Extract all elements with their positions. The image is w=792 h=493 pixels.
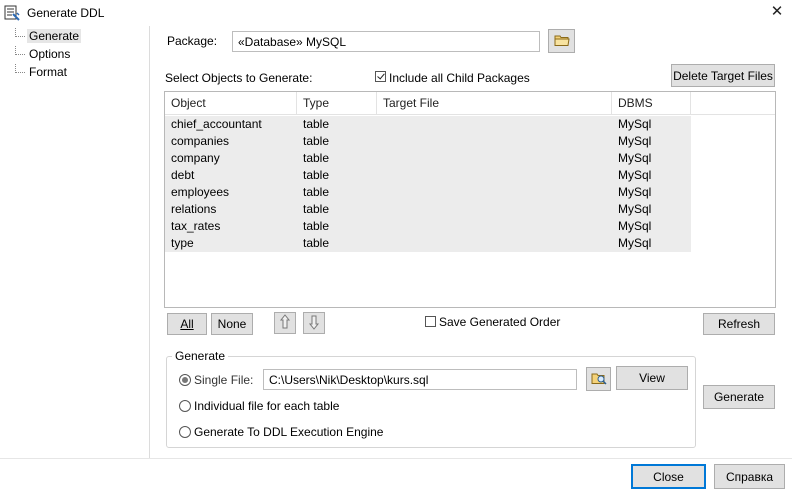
move-up-button[interactable] bbox=[274, 312, 296, 334]
move-down-button[interactable] bbox=[303, 312, 325, 334]
cell-target bbox=[377, 218, 612, 235]
ddl-execution-engine-label: Generate To DDL Execution Engine bbox=[194, 425, 384, 439]
cell-object: tax_rates bbox=[171, 219, 221, 233]
save-generated-order-checkbox[interactable] bbox=[425, 316, 436, 327]
cell-type: table bbox=[303, 134, 330, 148]
cell-type: table bbox=[303, 202, 330, 216]
cell-type: table bbox=[303, 185, 330, 199]
cell-dbms: MySql bbox=[618, 219, 652, 233]
cell-dbms: MySql bbox=[618, 117, 652, 131]
cell-dbms: MySql bbox=[618, 134, 652, 148]
cell-object: debt bbox=[171, 168, 195, 182]
cell-type: table bbox=[303, 117, 330, 131]
folder-icon bbox=[554, 33, 570, 50]
table-row[interactable]: type table MySql bbox=[165, 235, 691, 252]
window-title: Generate DDL bbox=[27, 6, 105, 20]
select-objects-label: Select Objects to Generate: bbox=[165, 71, 313, 85]
browse-folder-icon bbox=[591, 371, 607, 388]
move-up-icon bbox=[279, 313, 291, 333]
select-all-button[interactable]: All bbox=[167, 313, 207, 335]
generate-button[interactable]: Generate bbox=[703, 385, 775, 409]
options-tree: Generate Options Format bbox=[0, 26, 150, 458]
column-header-object[interactable]: Object bbox=[165, 92, 297, 114]
ddl-execution-engine-radio[interactable] bbox=[179, 426, 191, 438]
ddl-app-icon bbox=[4, 5, 20, 21]
table-row[interactable]: tax_rates table MySql bbox=[165, 218, 691, 235]
column-header-target-file[interactable]: Target File bbox=[377, 92, 612, 114]
package-field[interactable]: «Database» MySQL bbox=[232, 31, 540, 52]
table-row[interactable]: employees table MySql bbox=[165, 184, 691, 201]
tree-item-format[interactable]: Format bbox=[15, 63, 69, 80]
generate-label: Generate bbox=[713, 390, 765, 404]
tree-item-label: Options bbox=[29, 47, 71, 61]
view-button[interactable]: View bbox=[616, 366, 688, 390]
table-row[interactable]: debt table MySql bbox=[165, 167, 691, 184]
refresh-label: Refresh bbox=[717, 317, 761, 331]
help-label: Справка bbox=[725, 469, 774, 484]
individual-file-label: Individual file for each table bbox=[194, 399, 340, 413]
cell-target bbox=[377, 116, 612, 133]
tree-item-generate[interactable]: Generate bbox=[15, 27, 82, 44]
save-generated-order-label: Save Generated Order bbox=[439, 315, 561, 329]
table-row[interactable]: companies table MySql bbox=[165, 133, 691, 150]
single-file-radio[interactable] bbox=[179, 374, 191, 386]
tree-item-label: Format bbox=[29, 65, 68, 79]
column-header-dbms[interactable]: DBMS bbox=[612, 92, 691, 114]
cell-object: employees bbox=[171, 185, 230, 199]
cell-target bbox=[377, 184, 612, 201]
cell-target bbox=[377, 133, 612, 150]
cell-dbms: MySql bbox=[618, 202, 652, 216]
objects-table: Object Type Target File DBMS chief_accou… bbox=[164, 91, 776, 308]
select-none-label: None bbox=[217, 317, 247, 331]
generate-group-title: Generate bbox=[172, 349, 229, 363]
table-header: Object Type Target File DBMS bbox=[165, 92, 775, 115]
cell-object: type bbox=[171, 236, 194, 250]
cell-target bbox=[377, 235, 612, 252]
cell-type: table bbox=[303, 151, 330, 165]
column-header-type[interactable]: Type bbox=[297, 92, 377, 114]
title-bar bbox=[0, 0, 792, 26]
cell-dbms: MySql bbox=[618, 168, 652, 182]
delete-target-files-label: Delete Target Files bbox=[673, 68, 773, 83]
cell-target bbox=[377, 201, 612, 218]
tree-item-options[interactable]: Options bbox=[15, 45, 72, 62]
single-file-label: Single File: bbox=[194, 373, 254, 387]
view-label: View bbox=[639, 371, 665, 385]
browse-file-button[interactable] bbox=[586, 367, 611, 391]
cell-dbms: MySql bbox=[618, 151, 652, 165]
cell-dbms: MySql bbox=[618, 236, 652, 250]
table-row[interactable]: relations table MySql bbox=[165, 201, 691, 218]
close-button[interactable]: Close bbox=[631, 464, 706, 489]
cell-target bbox=[377, 150, 612, 167]
delete-target-files-button[interactable]: Delete Target Files bbox=[671, 64, 775, 87]
individual-file-radio[interactable] bbox=[179, 400, 191, 412]
help-button[interactable]: Справка bbox=[714, 464, 785, 489]
table-row[interactable]: company table MySql bbox=[165, 150, 691, 167]
cell-object: companies bbox=[171, 134, 230, 148]
cell-object: relations bbox=[171, 202, 217, 216]
select-none-button[interactable]: None bbox=[211, 313, 253, 335]
tree-item-label: Generate bbox=[27, 29, 82, 43]
single-file-path-field[interactable]: C:\Users\Nik\Desktop\kurs.sql bbox=[263, 369, 577, 390]
table-row[interactable]: chief_accountant table MySql bbox=[165, 116, 691, 133]
include-child-packages-label: Include all Child Packages bbox=[389, 71, 530, 85]
cell-type: table bbox=[303, 168, 330, 182]
cell-target bbox=[377, 167, 612, 184]
package-label: Package: bbox=[167, 34, 218, 48]
cell-dbms: MySql bbox=[618, 185, 652, 199]
include-child-packages-checkbox[interactable] bbox=[375, 71, 386, 82]
close-label: Close bbox=[653, 469, 684, 484]
cell-type: table bbox=[303, 236, 330, 250]
cell-type: table bbox=[303, 219, 330, 233]
select-all-label: All bbox=[180, 317, 194, 331]
cell-object: company bbox=[171, 151, 220, 165]
refresh-button[interactable]: Refresh bbox=[703, 313, 775, 335]
move-down-icon bbox=[308, 314, 320, 333]
close-icon[interactable]: ✕ bbox=[768, 2, 786, 22]
cell-object: chief_accountant bbox=[171, 117, 262, 131]
package-browse-button[interactable] bbox=[548, 29, 575, 53]
